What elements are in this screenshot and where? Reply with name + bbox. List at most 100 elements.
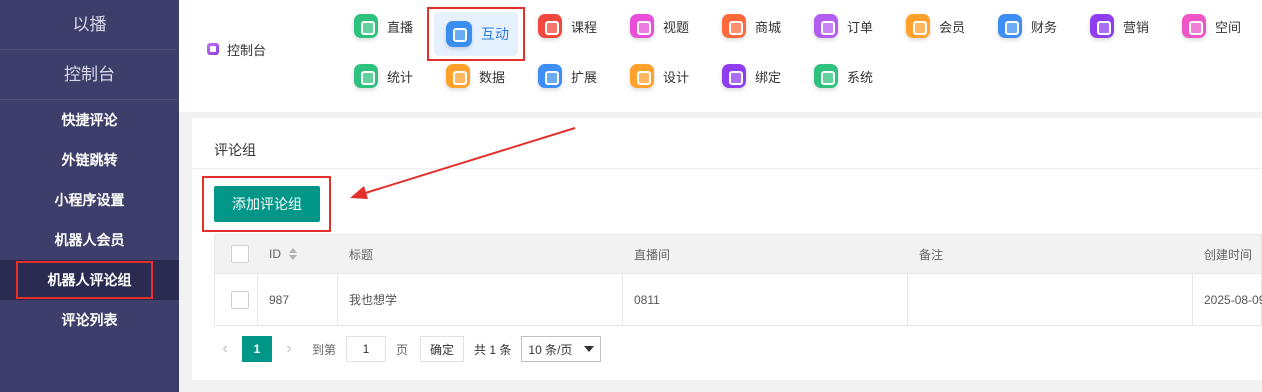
stats-icon	[354, 64, 378, 88]
nav-item-marketing[interactable]: 营销	[1090, 14, 1149, 38]
nav-item-video-question[interactable]: 视题	[630, 14, 689, 38]
header-room-label: 直播间	[634, 247, 671, 262]
nav-item-extend[interactable]: 扩展	[538, 64, 597, 88]
sidebar-item-robot-member[interactable]: 机器人会员	[0, 220, 179, 260]
goto-confirm-button[interactable]: 确定	[420, 336, 465, 362]
header-created-label: 创建时间	[1204, 247, 1253, 262]
shop-icon	[722, 14, 746, 38]
page-size-value: 10 条/页	[528, 342, 573, 357]
add-comment-group-button[interactable]: 添加评论组	[214, 186, 320, 222]
nav-item-data[interactable]: 数据	[446, 64, 505, 88]
nav-item-label: 订单	[847, 19, 874, 35]
nav-item-label: 扩展	[571, 69, 598, 85]
sidebar-item-comment-list[interactable]: 评论列表	[0, 300, 179, 340]
member-icon	[906, 14, 930, 38]
nav-item-finance[interactable]: 财务	[998, 14, 1057, 38]
prev-page-icon[interactable]: ‹	[214, 336, 236, 362]
nav-item-label: 绑定	[755, 69, 782, 85]
sidebar-item-quick-comment[interactable]: 快捷评论	[0, 100, 179, 140]
nav-item-label: 统计	[387, 69, 414, 85]
sidebar-item-external-link[interactable]: 外链跳转	[0, 140, 179, 180]
nav-item-label: 数据	[479, 69, 506, 85]
page-label: 页	[396, 342, 409, 357]
header-note-label: 备注	[919, 247, 944, 262]
sidebar-brand[interactable]: 以播	[0, 0, 179, 50]
current-page[interactable]: 1	[242, 336, 272, 362]
nav-item-label: 财务	[1031, 19, 1058, 35]
table-header: ID 标题 直播间 备注 创建时间	[214, 234, 1262, 274]
nav-item-label: 课程	[571, 19, 598, 35]
nav-item-bind[interactable]: 绑定	[722, 64, 781, 88]
goto-page-input[interactable]	[346, 336, 387, 362]
row-checkbox[interactable]	[231, 290, 249, 309]
sidebar: 以播 控制台 快捷评论 外链跳转 小程序设置 机器人会员 机器人评论组 评论列表	[0, 0, 179, 392]
data-icon	[446, 64, 470, 88]
design-icon	[630, 64, 654, 88]
nav-item-system[interactable]: 系统	[814, 64, 873, 88]
sidebar-item-label: 快捷评论	[61, 112, 118, 128]
sidebar-console[interactable]: 控制台	[0, 50, 179, 100]
nav-item-stats[interactable]: 统计	[354, 64, 413, 88]
sidebar-item-robot-comment-group[interactable]: 机器人评论组	[0, 260, 179, 300]
live-icon	[354, 14, 378, 38]
select-all-cell	[219, 235, 259, 273]
sidebar-item-label: 小程序设置	[54, 192, 125, 208]
chevron-down-icon	[584, 346, 595, 352]
nav-item-label: 系统	[847, 69, 874, 85]
order-icon	[814, 14, 838, 38]
nav-item-label: 互动	[481, 26, 509, 42]
nav-item-label: 设计	[663, 69, 690, 85]
finance-icon	[998, 14, 1022, 38]
nav-item-design[interactable]: 设计	[630, 64, 689, 88]
sidebar-item-label: 机器人评论组	[47, 272, 132, 288]
comment-group-card: 评论组 添加评论组 ID 标题 直播间 备注 创建时间 987 我也想学 081…	[192, 118, 1262, 380]
header-room: 直播间	[622, 235, 907, 273]
top-nav: 控制台 直播 互动 课程 视题 商城 订单 会员 财务 营销 空间 统计 数据 …	[179, 0, 1262, 112]
nav-item-order[interactable]: 订单	[814, 14, 873, 38]
nav-item-live[interactable]: 直播	[354, 14, 413, 38]
card-divider	[192, 168, 1262, 169]
extend-icon	[538, 64, 562, 88]
sidebar-item-miniprogram[interactable]: 小程序设置	[0, 180, 179, 220]
header-created: 创建时间	[1192, 235, 1262, 273]
sort-icon[interactable]	[289, 248, 297, 260]
nav-item-label: 直播	[387, 19, 414, 35]
nav-item-label: 视题	[663, 19, 690, 35]
pagination: ‹ 1 › 到第 页 确定 共 1 条 10 条/页	[214, 336, 602, 362]
nav-item-label: 营销	[1123, 19, 1150, 35]
bind-icon	[722, 64, 746, 88]
marketing-icon	[1090, 14, 1114, 38]
course-icon	[538, 14, 562, 38]
next-page-icon[interactable]: ›	[278, 336, 300, 362]
row-select-cell	[219, 274, 259, 325]
console-icon	[207, 43, 219, 55]
cell-created: 2025-08-09	[1204, 292, 1262, 307]
header-title-label: 标题	[349, 247, 374, 262]
nav-item-shop[interactable]: 商城	[722, 14, 781, 38]
nav-item-course[interactable]: 课程	[538, 14, 597, 38]
sidebar-item-label: 外链跳转	[61, 152, 118, 168]
cell-note	[907, 274, 1192, 325]
nav-item-space[interactable]: 空间	[1182, 14, 1241, 38]
table-row: 987 我也想学 0811 2025-08-09	[214, 274, 1262, 326]
select-all-checkbox[interactable]	[231, 245, 249, 263]
system-icon	[814, 64, 838, 88]
header-id[interactable]: ID	[257, 235, 337, 273]
cell-id: 987	[269, 292, 290, 307]
nav-item-member[interactable]: 会员	[906, 14, 965, 38]
topnav-console[interactable]: 控制台	[207, 40, 266, 58]
card-title: 评论组	[214, 142, 256, 158]
page-size-select[interactable]: 10 条/页	[521, 336, 602, 362]
nav-item-label: 空间	[1215, 19, 1242, 35]
total-count: 共 1 条	[474, 342, 512, 357]
header-id-label: ID	[269, 247, 281, 261]
nav-item-interaction[interactable]: 互动	[434, 12, 518, 56]
chat-icon	[446, 21, 472, 47]
goto-label: 到第	[312, 342, 337, 357]
nav-item-label: 会员	[939, 19, 966, 35]
header-note: 备注	[907, 235, 1192, 273]
video-icon	[630, 14, 654, 38]
header-title: 标题	[337, 235, 622, 273]
cell-title: 我也想学	[349, 293, 398, 307]
nav-item-label: 商城	[755, 19, 782, 35]
